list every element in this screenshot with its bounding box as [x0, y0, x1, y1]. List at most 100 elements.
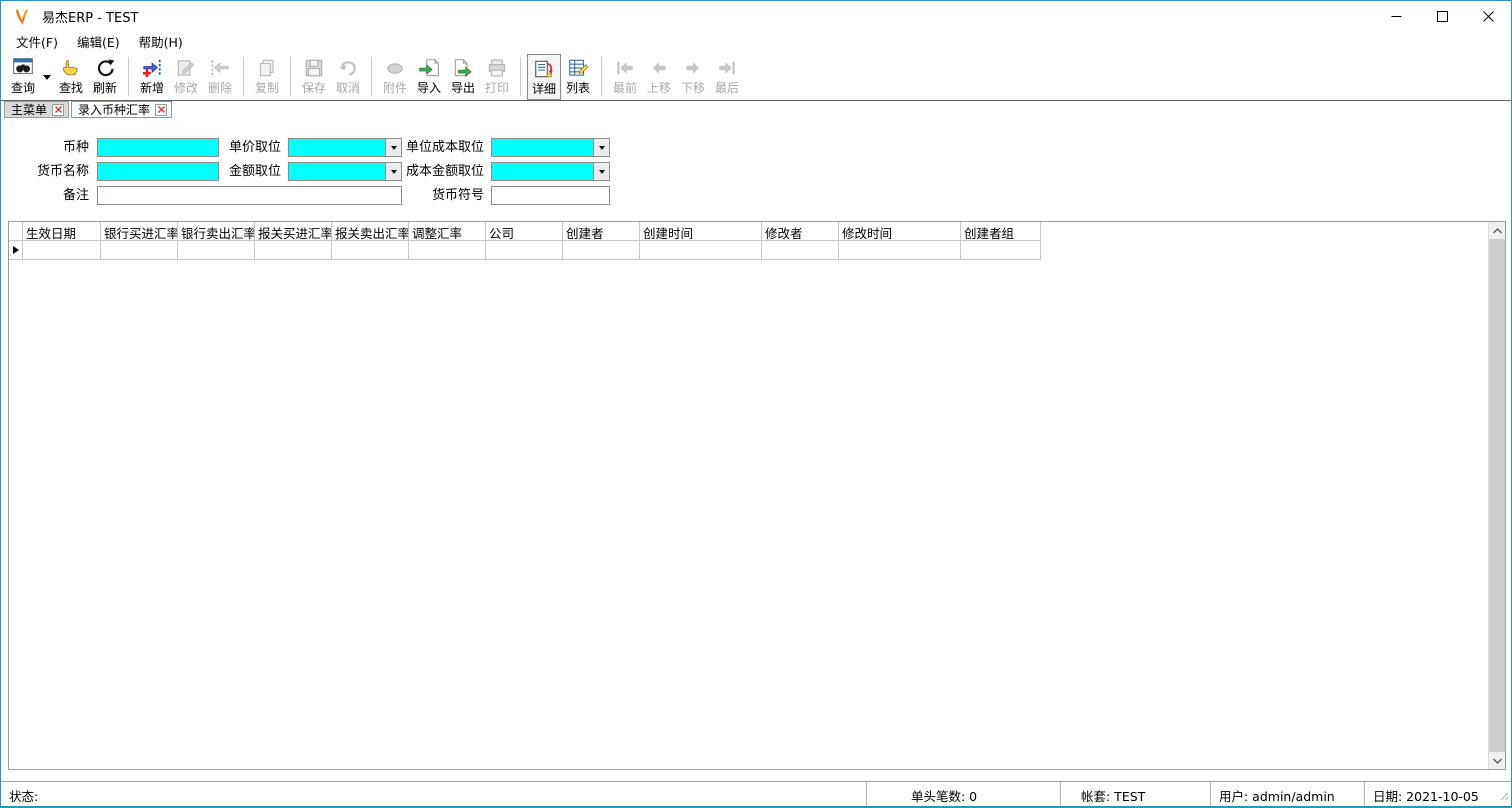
- toolbar-button-label: 修改: [174, 80, 198, 96]
- toolbar-button-save: 保存: [297, 54, 331, 100]
- table-cell: [101, 241, 178, 260]
- menu-help[interactable]: 帮助(H): [130, 30, 193, 53]
- tab-close-button[interactable]: [155, 104, 167, 116]
- toolbar-separator: [371, 57, 372, 96]
- table-row[interactable]: [9, 241, 1488, 260]
- export-icon: [452, 56, 474, 80]
- toolbar-button-new[interactable]: 新增: [135, 54, 169, 100]
- toolbar-separator: [601, 57, 602, 96]
- field-label-currency-symbol: 货币符号: [384, 187, 484, 205]
- close-button[interactable]: [1465, 1, 1511, 31]
- column-header[interactable]: 报关卖出汇率: [332, 222, 409, 241]
- unit-cost-decimals-select[interactable]: [491, 138, 610, 157]
- toolbar-button-query[interactable]: 查询: [6, 54, 40, 100]
- tab-main-menu[interactable]: 主菜单: [4, 101, 69, 118]
- print-icon: [486, 56, 508, 80]
- toolbar-button-label: 复制: [255, 80, 279, 96]
- column-header[interactable]: 生效日期: [23, 222, 101, 241]
- column-header[interactable]: 银行卖出汇率: [178, 222, 255, 241]
- toolbar-button-find[interactable]: 查找: [54, 54, 88, 100]
- toolbar-button-modify: 修改: [169, 54, 203, 100]
- query-dropdown-button[interactable]: [40, 54, 54, 100]
- close-icon: [1483, 11, 1494, 22]
- toolbar-button-label: 附件: [383, 80, 407, 96]
- table-cell: [762, 241, 839, 260]
- move-down-icon: [682, 56, 704, 80]
- dropdown-button[interactable]: [593, 163, 609, 180]
- scroll-down-button[interactable]: [1489, 752, 1505, 769]
- row-selector-arrow-icon: [13, 246, 19, 254]
- tab-currency-rate-entry[interactable]: 录入币种汇率: [71, 101, 172, 118]
- toolbar-button-label: 最后: [715, 80, 739, 96]
- toolbar-button-label: 导出: [451, 80, 475, 96]
- toolbar-button-label: 上移: [647, 80, 671, 96]
- toolbar-separator: [128, 57, 129, 96]
- move-first-icon: [614, 56, 636, 80]
- menu-file[interactable]: 文件(F): [7, 30, 68, 53]
- toolbar-button-detail[interactable]: 详细: [527, 54, 561, 100]
- toolbar-button-label: 导入: [417, 80, 441, 96]
- toolbar-separator: [243, 57, 244, 96]
- column-header[interactable]: 创建者组: [961, 222, 1041, 241]
- menu-bar: 文件(F) 编辑(E) 帮助(H): [1, 31, 1511, 52]
- toolbar-button-label: 取消: [336, 80, 360, 96]
- title-bar: 易杰ERP - TEST: [1, 1, 1511, 31]
- resize-grip[interactable]: [1499, 789, 1509, 804]
- undo-icon: [337, 56, 359, 80]
- hand-pointer-icon: [60, 56, 82, 80]
- table-cell: [23, 241, 101, 260]
- currency-symbol-input[interactable]: [491, 186, 610, 205]
- table-cell: [839, 241, 961, 260]
- dropdown-button[interactable]: [593, 139, 609, 156]
- column-header[interactable]: 银行买进汇率: [101, 222, 178, 241]
- maximize-icon: [1437, 11, 1448, 22]
- column-header[interactable]: 报关买进汇率: [255, 222, 332, 241]
- remarks-input[interactable]: [97, 186, 402, 205]
- table-cell: [178, 241, 255, 260]
- toolbar-button-import[interactable]: 导入: [412, 54, 446, 100]
- toolbar-button-label: 新增: [140, 80, 164, 96]
- field-label-amount-decimals: 金额取位: [197, 163, 281, 181]
- column-header[interactable]: 修改者: [762, 222, 839, 241]
- toolbar-button-cancel: 取消: [331, 54, 365, 100]
- column-header[interactable]: 调整汇率: [409, 222, 486, 241]
- toolbar-button-move-down: 下移: [676, 54, 710, 100]
- menu-edit[interactable]: 编辑(E): [68, 30, 130, 53]
- row-selector-cell[interactable]: [9, 241, 23, 260]
- table-cell: [961, 241, 1041, 260]
- toolbar-button-refresh[interactable]: 刷新: [88, 54, 122, 100]
- column-header[interactable]: 创建者: [563, 222, 640, 241]
- status-panel-date: 日期: 2021-10-05: [1365, 782, 1511, 806]
- toolbar-button-copy: 复制: [250, 54, 284, 100]
- tab-label: 主菜单: [11, 101, 47, 118]
- close-icon: [55, 106, 62, 113]
- table-cell: [563, 241, 640, 260]
- dropdown-arrow-icon: [599, 170, 605, 174]
- column-header[interactable]: 修改时间: [839, 222, 961, 241]
- toolbar-button-export[interactable]: 导出: [446, 54, 480, 100]
- toolbar-button-label: 查找: [59, 80, 83, 96]
- vertical-scrollbar[interactable]: [1488, 222, 1505, 769]
- tab-label: 录入币种汇率: [78, 101, 150, 118]
- toolbar-button-label: 详细: [532, 81, 556, 97]
- field-label-currency: 币种: [9, 139, 89, 157]
- column-header[interactable]: 创建时间: [640, 222, 762, 241]
- scrollbar-thumb[interactable]: [1489, 239, 1505, 752]
- tab-close-button[interactable]: [52, 104, 64, 116]
- maximize-button[interactable]: [1419, 1, 1465, 31]
- minimize-button[interactable]: [1373, 1, 1419, 31]
- detail-view-icon: [533, 57, 555, 81]
- toolbar-button-label: 下移: [681, 80, 705, 96]
- cost-amount-decimals-select[interactable]: [491, 162, 610, 181]
- column-header[interactable]: 公司: [486, 222, 563, 241]
- toolbar-button-label: 列表: [566, 80, 590, 96]
- content-area: 币种 单价取位 单位成本取位 货币名称 金额取位 成本金额取位 备注 货币符号: [1, 120, 1511, 781]
- field-label-unit-cost-decimals: 单位成本取位: [384, 139, 484, 157]
- toolbar-button-list[interactable]: 列表: [561, 54, 595, 100]
- field-label-currency-name: 货币名称: [9, 163, 89, 181]
- scroll-up-button[interactable]: [1489, 222, 1505, 239]
- minimize-icon: [1391, 11, 1402, 22]
- app-window: 易杰ERP - TEST 文件(F) 编辑(E) 帮助(H): [0, 0, 1512, 808]
- field-label-remarks: 备注: [9, 187, 89, 205]
- toolbar-button-first: 最前: [608, 54, 642, 100]
